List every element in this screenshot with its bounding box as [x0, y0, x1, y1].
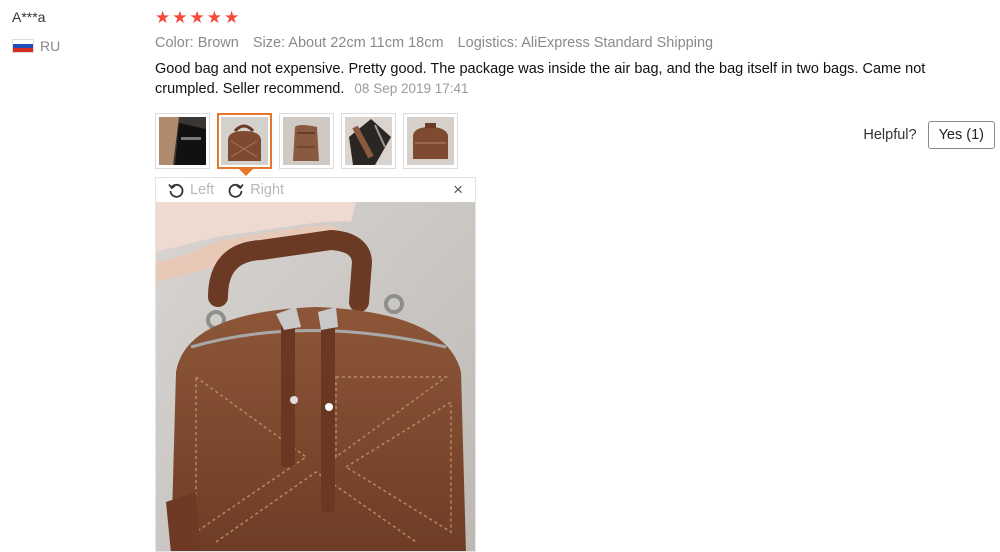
order-attributes: Color: Brown Size: About 22cm 11cm 18cm …: [155, 35, 975, 51]
review-text: Good bag and not expensive. Pretty good.…: [155, 61, 926, 97]
reviewer-country: RU: [12, 38, 142, 54]
star-icon: ★: [155, 8, 171, 27]
close-icon[interactable]: ×: [453, 180, 463, 200]
rotate-right-label[interactable]: Right: [250, 182, 284, 198]
rotate-left-icon[interactable]: [166, 180, 186, 200]
photo-thumbnail[interactable]: [279, 113, 334, 169]
attr-logistics: Logistics: AliExpress Standard Shipping: [457, 35, 714, 51]
photo-thumbnail[interactable]: [155, 113, 210, 169]
star-rating: ★ ★ ★ ★ ★: [155, 8, 975, 28]
attr-color: Color: Brown: [155, 35, 239, 51]
helpful-label: Helpful?: [863, 127, 917, 143]
helpful-yes-button[interactable]: Yes (1): [927, 121, 995, 149]
review-photo-large: [156, 202, 475, 551]
star-icon: ★: [172, 8, 188, 27]
bag-photo-illustration: [156, 202, 475, 551]
review-text-block: Good bag and not expensive. Pretty good.…: [155, 59, 955, 99]
country-code: RU: [40, 38, 61, 54]
attr-size: Size: About 22cm 11cm 18cm: [252, 35, 444, 51]
photo-thumbnail[interactable]: [341, 113, 396, 169]
reviewer-name: A***a: [12, 9, 46, 25]
star-icon: ★: [206, 8, 222, 27]
star-icon: ★: [224, 8, 240, 27]
viewer-toolbar: Left Right ×: [156, 178, 475, 202]
review-date: 08 Sep 2019 17:41: [354, 81, 469, 96]
photo-viewer: Left Right ×: [155, 177, 476, 552]
russia-flag-icon: [12, 39, 34, 53]
photo-thumbnail-selected[interactable]: [217, 113, 272, 176]
reviewer-info: A***a RU: [12, 8, 142, 54]
star-icon: ★: [189, 8, 205, 27]
rotate-right-icon[interactable]: [226, 180, 246, 200]
review-photo-thumbnails: [155, 113, 458, 176]
helpful-section: Helpful? Yes (1): [863, 121, 995, 149]
rotate-left-label[interactable]: Left: [190, 182, 214, 198]
review-body: ★ ★ ★ ★ ★ Color: Brown Size: About 22cm …: [155, 8, 975, 99]
photo-thumbnail[interactable]: [403, 113, 458, 169]
